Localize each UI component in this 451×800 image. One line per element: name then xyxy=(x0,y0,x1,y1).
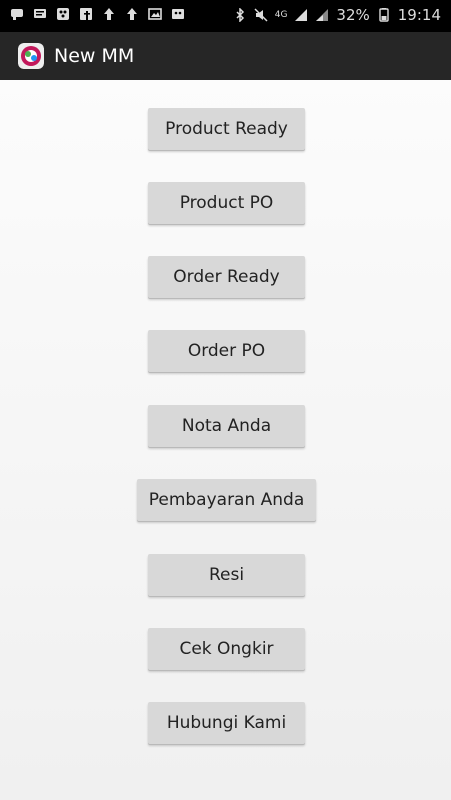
order-po-button[interactable]: Order PO xyxy=(148,330,305,372)
status-time: 19:14 xyxy=(397,6,441,24)
signal-icon xyxy=(295,9,308,21)
system-status: 4G 32% 19:14 xyxy=(233,6,441,24)
product-po-button[interactable]: Product PO xyxy=(148,182,305,224)
product-ready-button[interactable]: Product Ready xyxy=(148,108,305,150)
upload-icon-2 xyxy=(127,8,137,20)
mute-icon xyxy=(254,8,268,22)
battery-icon xyxy=(379,8,389,22)
notification-icons xyxy=(10,7,185,21)
image-icon xyxy=(148,8,162,20)
bbm-icon xyxy=(57,8,69,20)
order-ready-button[interactable]: Order Ready xyxy=(148,256,305,298)
upload-icon xyxy=(104,8,114,20)
phone-screen: 4G 32% 19:14 New MM Product Ready Produc… xyxy=(0,0,451,800)
chat-icon xyxy=(11,9,23,20)
resi-button[interactable]: Resi xyxy=(148,554,305,596)
app-logo-icon xyxy=(18,43,44,69)
app-title: New MM xyxy=(54,45,135,67)
hubungi-kami-button[interactable]: Hubungi Kami xyxy=(148,702,305,744)
signal-icon-2 xyxy=(316,9,329,21)
app-bar: New MM xyxy=(0,32,451,80)
bluetooth-icon xyxy=(236,8,244,22)
facebook-icon xyxy=(80,8,92,20)
status-bar: 4G 32% 19:14 xyxy=(0,0,451,32)
cek-ongkir-button[interactable]: Cek Ongkir xyxy=(148,628,305,670)
pembayaran-anda-button[interactable]: Pembayaran Anda xyxy=(137,479,316,521)
battery-percent: 32% xyxy=(336,6,370,24)
signal-label: 4G xyxy=(274,10,288,20)
notification-icon xyxy=(172,9,184,19)
message-icon xyxy=(34,9,46,18)
nota-anda-button[interactable]: Nota Anda xyxy=(148,405,305,447)
